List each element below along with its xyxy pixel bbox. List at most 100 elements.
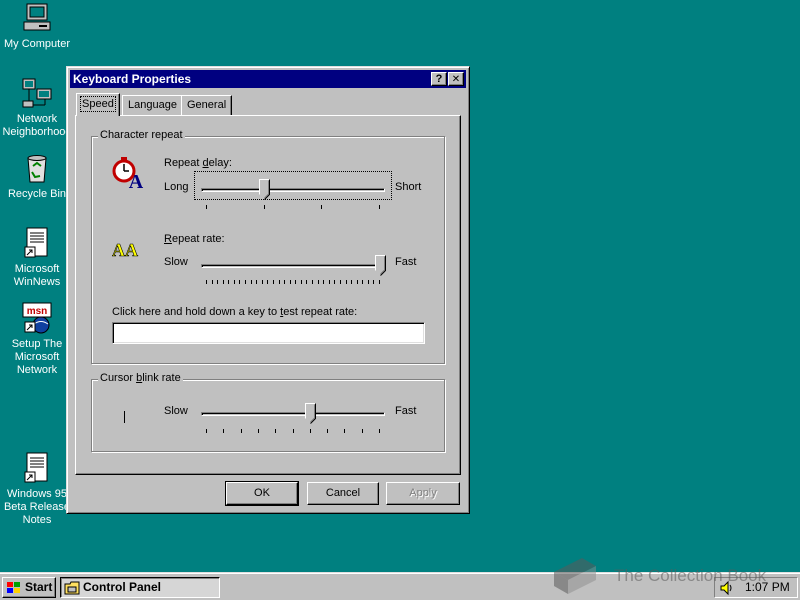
slider-tick <box>379 280 380 284</box>
slider-tick <box>273 280 274 284</box>
book-icon <box>554 558 596 594</box>
recycle-bin-icon <box>21 152 53 184</box>
stopwatch-a-icon: A <box>112 157 146 193</box>
test-repeat-input[interactable] <box>112 322 425 344</box>
slider-tick <box>357 280 358 284</box>
slider-tick <box>295 280 296 284</box>
slider-tick <box>212 280 213 284</box>
start-button[interactable]: Start <box>2 577 56 598</box>
slider-tick <box>362 280 363 284</box>
repeat-rate-label: Repeat rate: <box>164 233 225 245</box>
slider-tick <box>312 280 313 284</box>
character-repeat-label: Character repeat <box>98 129 185 141</box>
cancel-button[interactable]: Cancel <box>307 482 379 505</box>
repeat-delay-focus <box>194 171 392 200</box>
test-repeat-prompt: Click here and hold down a key to test r… <box>112 306 358 318</box>
repeat-rate-slider-thumb[interactable] <box>375 255 386 276</box>
slider-tick <box>362 429 363 433</box>
desktop-icon-label: Setup The Microsoft Network <box>11 338 63 376</box>
repeat-delay-track <box>201 188 385 192</box>
slider-tick <box>262 280 263 284</box>
tab-language[interactable]: Language <box>122 95 183 115</box>
slider-tick <box>275 429 276 433</box>
slider-tick <box>334 280 335 284</box>
control-panel-icon <box>64 581 80 595</box>
taskbar-task-label: Control Panel <box>83 580 162 594</box>
repeat-rate-ticks <box>206 280 380 284</box>
slider-tick <box>351 280 352 284</box>
repeat-aa-icon: A A <box>112 239 146 261</box>
slider-tick <box>264 205 265 209</box>
slider-tick <box>379 205 380 209</box>
ok-button[interactable]: OK <box>225 481 299 506</box>
title-bar[interactable]: Keyboard Properties ? ✕ <box>70 70 466 88</box>
slider-tick <box>284 280 285 284</box>
slider-tick <box>239 280 240 284</box>
slider-tick <box>241 429 242 433</box>
help-icon: ? <box>435 73 443 85</box>
repeat-delay-min-label: Long <box>164 181 189 193</box>
slider-tick <box>217 280 218 284</box>
slider-tick <box>245 280 246 284</box>
cursor-blink-min-label: Slow <box>164 405 188 417</box>
slider-tick <box>306 280 307 284</box>
slider-tick <box>206 205 207 209</box>
slider-tick <box>228 280 229 284</box>
slider-tick <box>223 280 224 284</box>
desktop-icon-label: My Computer <box>3 38 71 50</box>
slider-tick <box>251 280 252 284</box>
window-title: Keyboard Properties <box>73 72 192 86</box>
help-button[interactable]: ? <box>431 72 447 86</box>
repeat-delay-label: Repeat delay: <box>164 157 232 169</box>
slider-tick <box>379 429 380 433</box>
tab-speed[interactable]: Speed <box>76 93 120 116</box>
repeat-rate-track <box>201 264 385 268</box>
repeat-delay-max-label: Short <box>395 181 422 193</box>
svg-text:A: A <box>129 171 144 189</box>
slider-tick <box>368 280 369 284</box>
desktop-icon-network-neighborhood[interactable]: Network Neighborhood <box>0 77 74 139</box>
cursor-blink-ticks <box>206 429 380 433</box>
slider-tick <box>310 429 311 433</box>
svg-text:A: A <box>112 240 125 259</box>
slider-tick <box>323 280 324 284</box>
repeat-delay-slider-thumb[interactable] <box>259 179 270 200</box>
cursor-blink-group: Cursor blink rate Slow Fast <box>91 372 445 452</box>
desktop-icon-beta-release-notes[interactable]: Windows 95 Beta Release Notes <box>0 452 74 527</box>
slider-tick <box>301 280 302 284</box>
slider-tick <box>329 280 330 284</box>
slider-tick <box>258 429 259 433</box>
cursor-blink-slider-thumb[interactable] <box>305 403 316 424</box>
apply-button[interactable]: Apply <box>386 482 460 505</box>
slider-tick <box>346 280 347 284</box>
watermark: The Collection Book <box>548 552 788 596</box>
tab-panel-speed: Character repeat A Repeat delay: Long Sh… <box>75 115 461 475</box>
slider-tick <box>318 280 319 284</box>
desktop-icon-my-computer[interactable]: My Computer <box>0 2 74 51</box>
slider-tick <box>321 205 322 209</box>
desktop-icon-label: Microsoft WinNews <box>13 263 61 288</box>
repeat-delay-ticks <box>206 205 380 209</box>
character-repeat-group: Character repeat A Repeat delay: Long Sh… <box>91 129 445 364</box>
slider-tick <box>279 280 280 284</box>
desktop-icon-setup-msn[interactable]: msn Setup The Microsoft Network <box>0 302 74 377</box>
slider-tick <box>206 429 207 433</box>
document-shortcut-icon <box>21 227 53 259</box>
tab-general[interactable]: General <box>181 95 233 115</box>
slider-tick <box>267 280 268 284</box>
keyboard-properties-dialog: Keyboard Properties ? ✕ Speed Language G… <box>66 66 470 514</box>
desktop-icon-recycle-bin[interactable]: Recycle Bin <box>0 152 74 201</box>
slider-tick <box>234 280 235 284</box>
taskbar-control-panel-button[interactable]: Control Panel <box>60 577 220 598</box>
my-computer-icon <box>21 2 53 34</box>
slider-tick <box>206 280 207 284</box>
svg-text:A: A <box>125 240 138 259</box>
watermark-text: The Collection Book <box>614 566 767 585</box>
close-button[interactable]: ✕ <box>448 72 464 86</box>
svg-text:msn: msn <box>27 306 48 317</box>
slider-tick <box>223 429 224 433</box>
slider-tick <box>256 280 257 284</box>
start-label: Start <box>25 580 53 594</box>
desktop-icon-microsoft-winnews[interactable]: Microsoft WinNews <box>0 227 74 289</box>
slider-tick <box>340 280 341 284</box>
